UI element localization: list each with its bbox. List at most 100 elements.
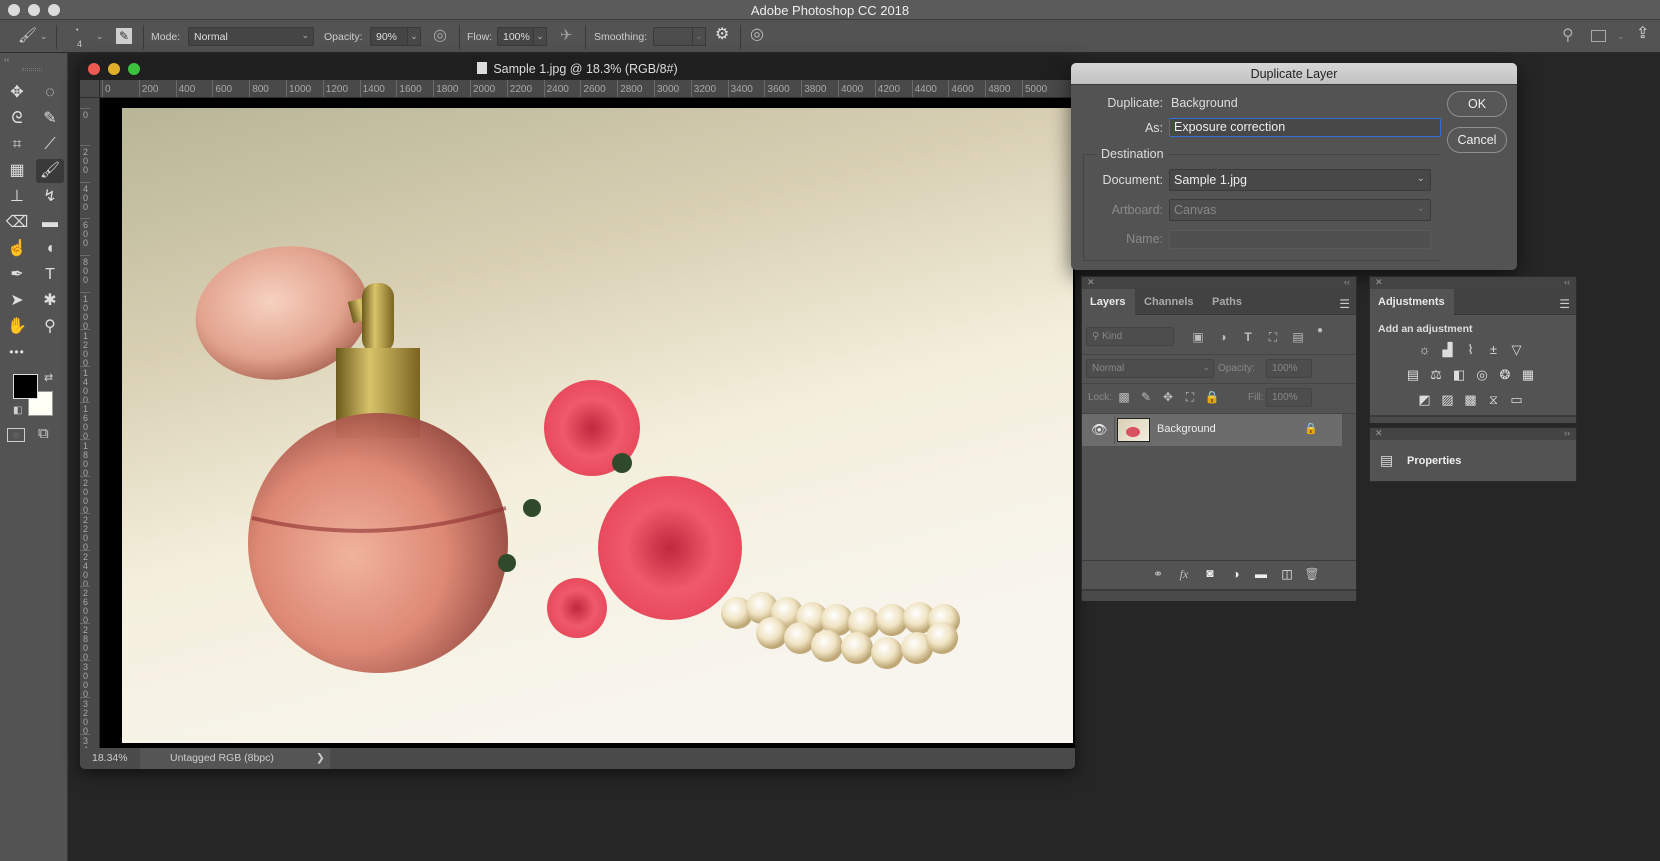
eraser-tool[interactable]: ⌫ xyxy=(3,211,31,235)
close-panel-icon[interactable]: ✕ xyxy=(1375,428,1383,439)
exposure-icon[interactable]: ± xyxy=(1486,343,1502,357)
document-select[interactable]: Sample 1.jpg ⌄ xyxy=(1169,169,1431,191)
adjustments-panel-header[interactable]: ✕ ‹‹ xyxy=(1370,277,1576,289)
opacity-input[interactable]: 90% xyxy=(370,27,408,46)
levels-icon[interactable]: ▟ xyxy=(1440,343,1456,357)
gear-icon[interactable]: ⚙ xyxy=(715,27,729,43)
magic-wand-tool[interactable]: ✎ xyxy=(36,107,64,131)
collapse-panel-icon[interactable]: ‹‹ xyxy=(1564,277,1570,287)
image-canvas[interactable] xyxy=(122,108,1073,743)
collapse-toolbar-icon[interactable]: ‹‹ xyxy=(4,55,9,64)
brush-tool[interactable]: 🖌 xyxy=(36,159,64,183)
path-select-tool[interactable]: ➤ xyxy=(3,289,31,313)
toolbar-grip[interactable] xyxy=(22,68,42,71)
pressure-opacity-icon[interactable]: ◎ xyxy=(433,28,447,44)
curves-icon[interactable]: ⌇ xyxy=(1463,343,1479,357)
vertical-ruler[interactable]: 0 200 400 600 800 1000 1200 1400 1600 1800 2000 220… xyxy=(80,98,100,748)
fx-icon[interactable]: fx xyxy=(1176,567,1192,582)
share-icon[interactable]: ⇪ xyxy=(1636,26,1649,42)
screen-mode-icon[interactable]: ⧉ xyxy=(38,426,49,441)
properties-icon[interactable]: ▤ xyxy=(1380,452,1393,469)
lock-transparent-icon[interactable]: ▩ xyxy=(1116,390,1132,404)
frame-tool[interactable]: ▦ xyxy=(3,159,31,183)
lasso-tool[interactable]: ᘓ xyxy=(3,107,31,131)
fill-input[interactable]: 100% xyxy=(1266,388,1312,407)
tab-adjustments[interactable]: Adjustments xyxy=(1370,289,1454,315)
collapse-panel-icon[interactable]: ‹‹ xyxy=(1344,277,1350,287)
filter-toggle-icon[interactable]: ● xyxy=(1312,325,1328,336)
selective-color-icon[interactable]: ⧖ xyxy=(1486,393,1502,407)
airbrush-icon[interactable]: ✈ xyxy=(560,28,573,43)
filter-shape-icon[interactable]: ⛶ xyxy=(1265,330,1281,345)
stamp-tool[interactable]: ⊥ xyxy=(3,185,31,209)
zoom-tool[interactable]: ⚲ xyxy=(36,315,64,339)
new-layer-icon[interactable]: ◫ xyxy=(1279,567,1295,581)
brush-tool-preset-icon[interactable]: 🖌 xyxy=(18,28,37,43)
marquee-tool[interactable]: ◌ xyxy=(36,81,64,105)
lock-image-icon[interactable]: ✎ xyxy=(1138,390,1154,404)
search-icon[interactable]: ⚲ xyxy=(1562,28,1574,44)
status-menu-arrow-icon[interactable]: ❯ xyxy=(316,752,325,764)
filter-adjustment-icon[interactable]: ◑ xyxy=(1215,330,1231,344)
horizontal-ruler[interactable]: 0 200 400 600 800 1000 1200 1400 1600 1800 2000 220… xyxy=(100,80,1075,98)
link-layers-icon[interactable]: ⚭ xyxy=(1150,567,1166,581)
type-tool[interactable]: T xyxy=(36,263,64,287)
smoothing-dropdown[interactable]: ⌄ xyxy=(692,27,706,46)
filter-smart-object-icon[interactable]: ▤ xyxy=(1290,330,1306,344)
add-mask-icon[interactable]: ◙ xyxy=(1202,566,1218,580)
layer-opacity-input[interactable]: 100% xyxy=(1266,359,1312,378)
blend-mode-select[interactable]: Normal ⌄ xyxy=(1086,359,1214,378)
pen-tool[interactable]: ✒ xyxy=(3,263,31,287)
flow-dropdown[interactable]: ⌄ xyxy=(533,27,547,46)
layer-name-input[interactable]: Exposure correction xyxy=(1169,118,1441,137)
gradient-tool[interactable]: ▬ xyxy=(36,211,64,235)
brightness-contrast-icon[interactable]: ☼ xyxy=(1417,343,1433,357)
smoothing-input[interactable] xyxy=(653,27,693,46)
properties-panel-header[interactable]: ✕ ›› xyxy=(1370,428,1576,440)
smudge-tool[interactable]: ☝ xyxy=(3,237,31,261)
panel-menu-icon[interactable]: ☰ xyxy=(1559,297,1570,311)
document-tab[interactable]: Sample 1.jpg @ 18.3% (RGB/8#) xyxy=(80,58,1075,80)
tab-layers[interactable]: Layers xyxy=(1082,289,1135,315)
opacity-dropdown[interactable]: ⌄ xyxy=(407,27,421,46)
ruler-origin[interactable] xyxy=(80,80,100,98)
cancel-button[interactable]: Cancel xyxy=(1447,127,1507,153)
vibrance-icon[interactable]: ▽ xyxy=(1509,343,1525,357)
delete-layer-icon[interactable]: 🗑 xyxy=(1304,567,1320,581)
workspace-chevron-icon[interactable]: ⌄ xyxy=(1617,32,1625,41)
layers-panel-header[interactable]: ✕ ‹‹ xyxy=(1082,277,1356,289)
layer-row[interactable]: 👁 Background 🔒 xyxy=(1082,414,1342,446)
hue-saturation-icon[interactable]: ▤ xyxy=(1405,368,1421,382)
panel-menu-icon[interactable]: ☰ xyxy=(1339,297,1350,311)
crop-tool[interactable]: ⌗ xyxy=(3,133,31,157)
ok-button[interactable]: OK xyxy=(1447,91,1507,117)
workspace-icon[interactable] xyxy=(1591,30,1606,42)
lock-artboard-icon[interactable]: ⛶ xyxy=(1182,390,1198,405)
quick-mask-icon[interactable]: ◌ xyxy=(7,428,25,442)
invert-icon[interactable]: ◩ xyxy=(1417,393,1433,407)
tab-channels[interactable]: Channels xyxy=(1136,289,1202,315)
expand-panel-icon[interactable]: ›› xyxy=(1564,428,1570,438)
swap-colors-icon[interactable]: ⇄ xyxy=(44,373,53,384)
tab-paths[interactable]: Paths xyxy=(1204,289,1250,315)
eyedropper-tool[interactable]: ⟋ xyxy=(36,133,64,157)
move-tool[interactable]: ✥ xyxy=(3,81,31,105)
lock-position-icon[interactable]: ✥ xyxy=(1160,390,1176,404)
photo-filter-icon[interactable]: ◎ xyxy=(1474,368,1490,382)
panel-resize-grip[interactable] xyxy=(1082,589,1356,601)
close-panel-icon[interactable]: ✕ xyxy=(1087,277,1095,288)
filter-pixel-icon[interactable]: ▣ xyxy=(1190,330,1206,344)
color-balance-icon[interactable]: ⚖ xyxy=(1428,368,1444,382)
brush-settings-panel-icon[interactable]: ✎ xyxy=(116,28,132,44)
layer-filter-select[interactable]: ⚲ Kind xyxy=(1086,327,1174,346)
new-group-icon[interactable]: ▬ xyxy=(1253,567,1269,581)
color-lookup-icon[interactable]: ▦ xyxy=(1520,368,1536,382)
custom-shape-tool[interactable]: ✱ xyxy=(36,289,64,313)
panel-resize-grip[interactable] xyxy=(1370,415,1576,423)
filter-type-icon[interactable]: T xyxy=(1240,330,1256,344)
threshold-icon[interactable]: ▩ xyxy=(1463,393,1479,407)
lock-all-icon[interactable]: 🔒 xyxy=(1204,390,1220,404)
flow-input[interactable]: 100% xyxy=(497,27,534,46)
default-colors-icon[interactable]: ◧ xyxy=(13,406,22,416)
close-panel-icon[interactable]: ✕ xyxy=(1375,277,1383,288)
